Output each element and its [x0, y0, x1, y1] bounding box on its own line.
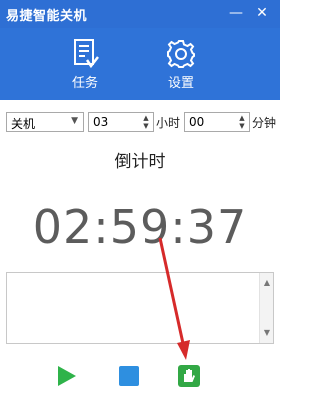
- countdown-time: 02:59:37: [32, 200, 248, 254]
- close-button[interactable]: ✕: [252, 4, 272, 22]
- hour-decrement-icon[interactable]: ▼: [140, 122, 152, 130]
- play-icon[interactable]: [54, 364, 78, 388]
- log-scrollbar[interactable]: ▲ ▼: [259, 273, 273, 343]
- minute-stepper-buttons: ▲ ▼: [236, 114, 248, 130]
- hour-increment-icon[interactable]: ▲: [140, 114, 152, 122]
- bottom-toolbar: [0, 350, 280, 400]
- nav-label-settings: 设置: [167, 76, 194, 91]
- minute-stepper[interactable]: 00 ▲ ▼: [184, 112, 250, 132]
- chevron-down-icon: ▼: [71, 116, 78, 126]
- hour-stepper-buttons: ▲ ▼: [140, 114, 152, 130]
- title-bar: 易捷智能关机 — ✕: [0, 0, 280, 28]
- hand-icon[interactable]: [177, 364, 201, 388]
- minimize-button[interactable]: —: [226, 4, 246, 22]
- gear-icon: [167, 40, 195, 68]
- log-textarea[interactable]: ▲ ▼: [6, 272, 274, 344]
- minute-increment-icon[interactable]: ▲: [236, 114, 248, 122]
- minute-unit-label: 分钟: [252, 116, 277, 130]
- action-select-value: 关机: [11, 117, 36, 131]
- hour-stepper[interactable]: 03 ▲ ▼: [88, 112, 154, 132]
- hour-value: 03: [93, 115, 109, 129]
- hour-unit-label: 小时: [156, 116, 181, 130]
- window-title: 易捷智能关机: [6, 9, 88, 24]
- action-select[interactable]: 关机 ▼: [6, 112, 84, 132]
- countdown-title: 倒计时: [114, 152, 166, 172]
- nav-item-task[interactable]: 任务: [50, 28, 120, 100]
- timer-controls: 关机 ▼ 03 ▲ ▼ 小时 00 ▲ ▼ 分钟: [0, 100, 280, 144]
- minute-decrement-icon[interactable]: ▼: [236, 122, 248, 130]
- nav-item-settings[interactable]: 设置: [146, 28, 216, 100]
- nav-label-task: 任务: [71, 76, 98, 91]
- stop-icon[interactable]: [117, 364, 141, 388]
- nav-bar: 任务 设置: [0, 28, 280, 100]
- minute-value: 00: [189, 115, 205, 129]
- scroll-up-icon[interactable]: ▲: [260, 277, 274, 289]
- scroll-down-icon[interactable]: ▼: [260, 327, 274, 339]
- task-list-icon: [74, 39, 99, 69]
